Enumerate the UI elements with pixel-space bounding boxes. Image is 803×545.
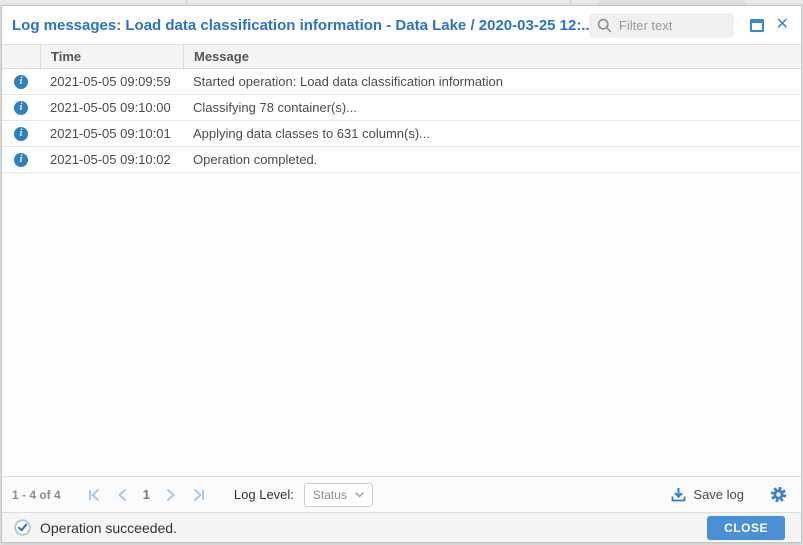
time-cell: 2021-05-05 09:10:02	[40, 152, 183, 167]
first-page-icon	[87, 488, 101, 502]
toolbar: 1 - 4 of 4 1	[2, 476, 801, 512]
message-cell: Started operation: Load data classificat…	[183, 74, 801, 89]
icon-cell: i	[2, 153, 40, 167]
chevron-down-icon	[355, 492, 364, 498]
pager: 1	[87, 487, 206, 502]
time-cell: 2021-05-05 09:10:00	[40, 100, 183, 115]
message-cell: Operation completed.	[183, 152, 801, 167]
chevron-left-icon	[116, 488, 128, 502]
table-row[interactable]: i 2021-05-05 09:10:00 Classifying 78 con…	[2, 95, 801, 121]
previous-page-button[interactable]	[116, 488, 128, 502]
time-cell: 2021-05-05 09:09:59	[40, 74, 183, 89]
download-icon	[671, 487, 686, 503]
log-messages-dialog: Log messages: Load data classification i…	[1, 5, 802, 543]
last-page-button[interactable]	[192, 488, 206, 502]
save-log-button[interactable]: Save log	[671, 487, 744, 503]
info-icon: i	[14, 153, 28, 167]
log-level-dropdown[interactable]: Status	[304, 483, 373, 507]
table-row[interactable]: i 2021-05-05 09:09:59 Started operation:…	[2, 69, 801, 95]
log-level-value: Status	[313, 488, 347, 502]
next-page-button[interactable]	[165, 488, 177, 502]
maximize-icon[interactable]	[750, 19, 764, 32]
settings-button[interactable]	[770, 486, 787, 503]
table-empty-area	[2, 173, 801, 476]
column-header-icon[interactable]	[2, 45, 40, 68]
filter-box	[589, 13, 734, 38]
table-header: Time Message	[2, 44, 801, 69]
time-cell: 2021-05-05 09:10:01	[40, 126, 183, 141]
info-icon: i	[14, 127, 28, 141]
first-page-button[interactable]	[87, 488, 101, 502]
table-row[interactable]: i 2021-05-05 09:10:02 Operation complete…	[2, 147, 801, 173]
dialog-header: Log messages: Load data classification i…	[2, 6, 801, 44]
gear-icon	[770, 486, 787, 503]
icon-cell: i	[2, 75, 40, 89]
success-check-icon	[14, 519, 31, 536]
column-header-time[interactable]: Time	[40, 45, 183, 68]
table-row[interactable]: i 2021-05-05 09:10:01 Applying data clas…	[2, 121, 801, 147]
pagination-range-label: 1 - 4 of 4	[12, 488, 61, 502]
status-message: Operation succeeded.	[40, 520, 177, 536]
last-page-icon	[192, 488, 206, 502]
message-cell: Applying data classes to 631 column(s)..…	[183, 126, 801, 141]
info-icon: i	[14, 101, 28, 115]
current-page-number: 1	[143, 487, 150, 502]
icon-cell: i	[2, 101, 40, 115]
message-cell: Classifying 78 container(s)...	[183, 100, 801, 115]
column-header-message[interactable]: Message	[183, 45, 801, 68]
dialog-title: Log messages: Load data classification i…	[12, 17, 589, 34]
close-icon[interactable]: ✕	[776, 17, 789, 33]
log-level-group: Log Level: Status	[234, 483, 373, 507]
info-icon: i	[14, 75, 28, 89]
icon-cell: i	[2, 127, 40, 141]
chevron-right-icon	[165, 488, 177, 502]
footer: Operation succeeded. CLOSE	[2, 512, 801, 542]
search-icon	[597, 18, 612, 33]
close-button[interactable]: CLOSE	[707, 516, 785, 540]
save-log-label: Save log	[693, 487, 744, 502]
log-level-label: Log Level:	[234, 487, 294, 502]
